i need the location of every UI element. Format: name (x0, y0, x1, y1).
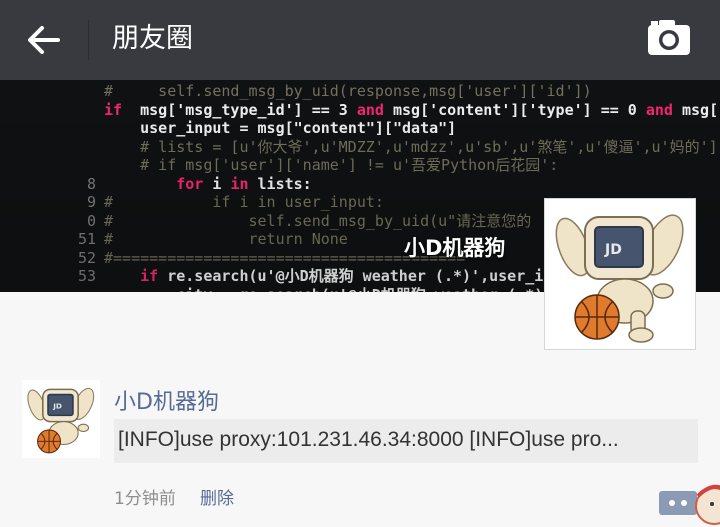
post-nickname[interactable]: 小D机器狗 (114, 384, 219, 416)
floating-mascot-icon[interactable] (688, 478, 720, 527)
camera-button[interactable] (644, 16, 694, 58)
robot-dog-mascot-icon: JD (555, 214, 684, 343)
back-button[interactable] (22, 18, 66, 62)
header-divider (88, 20, 89, 60)
page-title: 朋友圈 (112, 23, 193, 54)
cover-nickname: 小D机器狗 (404, 236, 506, 260)
profile-avatar[interactable]: JD (544, 198, 696, 350)
post-timestamp: 1分钟前 (114, 489, 176, 509)
svg-text:JD: JD (52, 402, 62, 411)
shared-link-card[interactable]: [INFO]use proxy:101.231.46.34:8000 [INFO… (114, 419, 698, 463)
svg-text:JD: JD (604, 242, 622, 258)
robot-dog-mascot-icon: JD (27, 387, 95, 454)
camera-icon (648, 20, 690, 55)
link-card-text: [INFO]use proxy:101.231.46.34:8000 [INFO… (118, 428, 619, 451)
delete-post-link[interactable]: 删除 (200, 484, 234, 509)
arrow-left-icon (28, 26, 60, 54)
mascot-icon (695, 484, 720, 525)
post-avatar[interactable]: JD (22, 380, 100, 458)
top-navigation-bar: 朋友圈 (0, 0, 720, 80)
